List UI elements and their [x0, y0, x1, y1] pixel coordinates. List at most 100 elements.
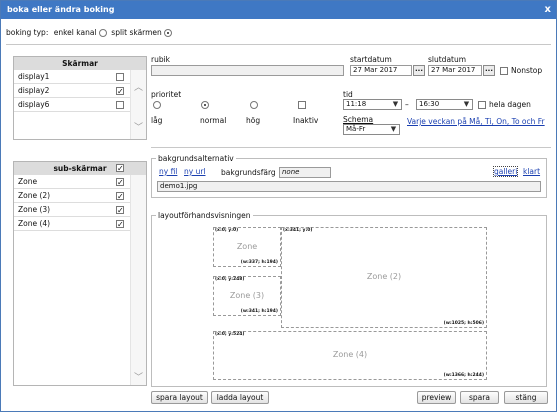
chevron-down-icon[interactable]: ﹀ [134, 120, 143, 133]
subscreen-item-zone-3[interactable]: Zone (3) [14, 203, 146, 218]
zone-name: Zone [236, 242, 258, 251]
close-button[interactable]: stäng [504, 391, 548, 404]
zone-size: (w:1366; h:244) [443, 373, 484, 378]
save-layout-button[interactable]: spara layout [151, 391, 208, 404]
single-channel-radio[interactable] [98, 29, 107, 37]
layout-canvas: (x:0; y:0) Zone (w:337; h:194) (x:341; y… [213, 227, 487, 381]
schema-value: Må-Fr [346, 125, 366, 133]
split-screen-label: split skärmen [111, 28, 162, 37]
start-date-picker-button[interactable]: ... [413, 65, 425, 76]
time-to-value: 16:30 [419, 100, 440, 108]
close-icon[interactable]: x [545, 1, 551, 19]
zone-1[interactable]: (x:0; y:0) Zone (w:337; h:194) [213, 227, 281, 267]
subscreens-header-label: sub-skärmar [53, 164, 107, 173]
zone-name: Zone (4) [332, 350, 368, 359]
rubik-label: rubik [151, 55, 171, 64]
zone-coord: (x:341; y:0) [283, 228, 313, 233]
priority-low-radio[interactable] [153, 101, 161, 109]
screens-list: Skärmar display1 display2 display6 ︿ ﹀ [13, 56, 147, 140]
priority-normal-label: normal [200, 116, 227, 125]
window-title: boka eller ändra boking [7, 5, 115, 14]
background-color-input[interactable]: none [279, 167, 331, 178]
subscreen-item-zone-4[interactable]: Zone (4) [14, 217, 146, 232]
booking-type-label: boking typ: [6, 28, 49, 37]
time-to-select[interactable]: 16:30 ▼ [416, 99, 473, 110]
priority-inactive-checkbox[interactable] [298, 101, 306, 109]
subscreen-item-label: Zone (2) [18, 191, 51, 200]
background-legend: bakgrundsalternativ [156, 154, 236, 163]
end-date-label: slutdatum [428, 55, 467, 64]
subscreen-checkbox[interactable] [116, 176, 124, 190]
chevron-down-icon: ▼ [392, 100, 399, 108]
background-file-input[interactable]: demo1.jpg [157, 181, 541, 192]
chevron-down-icon: ▼ [390, 125, 397, 133]
zone-size: (w:341; h:194) [240, 309, 278, 314]
split-screen-radio[interactable] [164, 29, 173, 37]
priority-low-label: låg [151, 116, 163, 125]
priority-normal-radio[interactable] [201, 101, 209, 109]
screen-checkbox[interactable] [116, 85, 124, 99]
save-button[interactable]: spara [460, 391, 499, 404]
done-link[interactable]: klart [523, 167, 540, 176]
subscreen-item-label: Zone (3) [18, 205, 51, 214]
subscreen-checkbox[interactable] [116, 190, 124, 204]
divider-middle [151, 147, 551, 148]
zone-3[interactable]: (x:0; y:248) Zone (3) (w:341; h:194) [213, 276, 281, 316]
nonstop-label: Nonstop [511, 66, 543, 75]
zone-size: (w:1025; h:506) [443, 321, 484, 326]
zone-coord: (x:0; y:524) [215, 332, 245, 337]
subscreens-select-all-checkbox[interactable] [116, 162, 124, 175]
screen-checkbox[interactable] [116, 73, 124, 81]
nonstop-checkbox[interactable] [500, 67, 508, 75]
gallery-link[interactable]: galleri [492, 166, 519, 177]
chevron-down-icon: ▼ [463, 100, 470, 108]
priority-high-radio[interactable] [250, 101, 258, 109]
subscreens-scrollbar[interactable]: ﹀ [130, 175, 146, 385]
preview-button[interactable]: preview [417, 391, 456, 404]
booking-dialog: boka eller ändra boking x boking typ: en… [0, 0, 557, 412]
screen-item-label: display6 [18, 100, 50, 109]
screen-item-display2[interactable]: display2 [14, 84, 146, 99]
priority-high-label: hög [246, 116, 261, 125]
zone-coord: (x:0; y:0) [215, 228, 239, 233]
subscreen-item-zone-2[interactable]: Zone (2) [14, 189, 146, 204]
screens-header: Skärmar [14, 57, 146, 70]
time-from-select[interactable]: 11:18 ▼ [343, 99, 402, 110]
screen-item-display6[interactable]: display6 [14, 98, 146, 112]
time-label: tid [343, 90, 353, 99]
background-color-label: bakgrundsfärg [221, 168, 276, 177]
zone-size: (w:337; h:194) [240, 260, 278, 265]
subscreen-item-label: Zone [18, 177, 38, 186]
schema-select[interactable]: Må-Fr ▼ [343, 124, 400, 135]
schema-description-link[interactable]: Varje veckan på Må, Ti, On, To och Fr [407, 115, 547, 129]
chevron-down-icon[interactable]: ﹀ [134, 370, 143, 383]
whole-day-checkbox[interactable] [478, 101, 486, 109]
chevron-up-icon[interactable]: ︿ [134, 80, 143, 93]
priority-inactive-label: Inaktiv [293, 116, 319, 125]
new-url-link[interactable]: ny url [184, 167, 206, 176]
whole-day-label: hela dagen [489, 100, 531, 109]
zone-name: Zone (2) [366, 272, 402, 281]
screen-item-label: display2 [18, 86, 50, 95]
screen-item-display1[interactable]: display1 [14, 70, 146, 84]
zone-2[interactable]: (x:341; y:0) Zone (2) (w:1025; h:506) [281, 227, 487, 328]
priority-label: prioritet [151, 90, 182, 99]
title-bar: boka eller ändra boking x [1, 1, 556, 19]
start-date-input[interactable]: 27 Mar 2017 [350, 65, 412, 76]
zone-4[interactable]: (x:0; y:524) Zone (4) (w:1366; h:244) [213, 331, 487, 380]
screen-checkbox[interactable] [116, 101, 124, 109]
subscreen-checkbox[interactable] [116, 218, 124, 232]
load-layout-button[interactable]: ladda layout [211, 391, 269, 404]
layout-preview-legend: layoutförhandsvisningen [156, 211, 253, 220]
subscreen-item-zone[interactable]: Zone [14, 175, 146, 190]
screens-scrollbar[interactable]: ︿ ﹀ [130, 70, 146, 139]
subscreen-checkbox[interactable] [116, 204, 124, 218]
booking-type-row: boking typ: enkel kanal split skärmen [6, 27, 306, 39]
end-date-input[interactable]: 27 Mar 2017 [428, 65, 482, 76]
end-date-picker-button[interactable]: ... [483, 65, 495, 76]
rubik-input[interactable] [151, 65, 344, 76]
subscreens-header: sub-skärmar [14, 162, 146, 175]
schema-label: Schema [343, 115, 374, 124]
divider-top [6, 44, 551, 45]
new-file-link[interactable]: ny fil [159, 167, 177, 176]
